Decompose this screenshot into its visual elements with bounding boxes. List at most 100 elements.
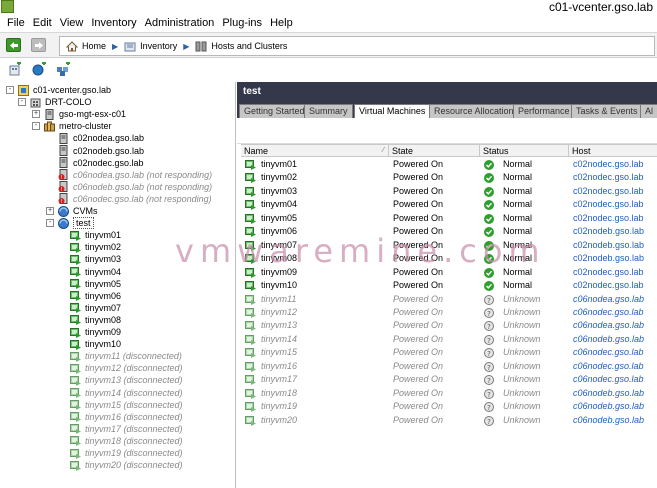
collapse-icon[interactable]: - — [18, 98, 26, 107]
table-row[interactable]: tinyvm05 Powered On Normal c02nodec.gso.lab — [241, 212, 657, 226]
table-row[interactable]: tinyvm03 Powered On Normal c02nodec.gso.lab — [241, 185, 657, 199]
vm-host-link[interactable]: c06nodea.gso.lab — [573, 319, 644, 332]
menu-edit[interactable]: Edit — [29, 14, 56, 32]
vm-host-link[interactable]: c06nodec.gso.lab — [573, 360, 644, 373]
tree-item[interactable]: ! c06nodeb.gso.lab (not responding) — [46, 181, 212, 193]
tree-item[interactable]: - DRT-COLO — [18, 96, 91, 108]
collapse-icon[interactable]: - — [46, 219, 54, 228]
tree-item[interactable]: tinyvm02 — [58, 241, 121, 253]
tree-item[interactable]: - metro-cluster — [32, 120, 112, 132]
table-row[interactable]: tinyvm06 Powered On Normal c02nodeb.gso.lab — [241, 225, 657, 239]
column-header-name[interactable]: Name ⁄ — [241, 145, 389, 157]
tree-item[interactable]: tinyvm08 — [58, 314, 121, 326]
tree-item[interactable]: tinyvm10 — [58, 338, 121, 350]
column-header-state[interactable]: State — [389, 145, 480, 157]
vm-host-link[interactable]: c02nodec.gso.lab — [573, 185, 644, 198]
tree-item[interactable]: tinyvm04 — [58, 266, 121, 278]
tree-item[interactable]: tinyvm07 — [58, 302, 121, 314]
menu-file[interactable]: File — [3, 14, 29, 32]
tree-item[interactable]: + gso-mgt-esx-c01 — [32, 108, 126, 120]
tree-item[interactable]: tinyvm14 (disconnected) — [58, 387, 183, 399]
menu-view[interactable]: View — [56, 14, 88, 32]
table-row[interactable]: tinyvm01 Powered On Normal c02nodec.gso.lab — [241, 158, 657, 172]
table-row[interactable]: tinyvm17 Powered On? Unknown c06nodec.gso.l… — [241, 373, 657, 387]
vm-host-link[interactable]: c06nodeb.gso.lab — [573, 414, 644, 427]
tree-item[interactable]: tinyvm20 (disconnected) — [58, 459, 183, 471]
tree-item[interactable]: tinyvm16 (disconnected) — [58, 411, 183, 423]
vm-host-link[interactable]: c02nodeb.gso.lab — [573, 239, 644, 252]
table-row[interactable]: tinyvm02 Powered On Normal c02nodec.gso.lab — [241, 171, 657, 185]
vm-host-link[interactable]: c02nodec.gso.lab — [573, 266, 644, 279]
tree-item[interactable]: tinyvm06 — [58, 290, 121, 302]
tab-alarms[interactable]: Al — [640, 104, 657, 118]
table-row[interactable]: tinyvm15 Powered On? Unknown c06nodec.gso.l… — [241, 346, 657, 360]
new-vm-button[interactable] — [32, 61, 46, 76]
tree-item[interactable]: tinyvm18 (disconnected) — [58, 435, 183, 447]
forward-button[interactable] — [31, 38, 46, 52]
table-row[interactable]: tinyvm10 Powered On Normal c02nodec.gso.lab — [241, 279, 657, 293]
vm-host-link[interactable]: c02nodec.gso.lab — [573, 279, 644, 292]
collapse-icon[interactable]: - — [32, 122, 40, 131]
breadcrumb-inventory[interactable]: Inventory — [124, 41, 177, 52]
breadcrumb-hosts-clusters[interactable]: Hosts and Clusters — [195, 41, 287, 52]
collapse-icon[interactable]: - — [6, 86, 14, 94]
tab-tasks-events[interactable]: Tasks & Events — [571, 104, 643, 118]
table-row[interactable]: tinyvm20 Powered On? Unknown c06nodeb.gso.l… — [241, 414, 657, 428]
table-row[interactable]: tinyvm13 Powered On? Unknown c06nodea.gso.l… — [241, 319, 657, 333]
tree-item[interactable]: tinyvm12 (disconnected) — [58, 362, 183, 374]
vm-host-link[interactable]: c02nodeb.gso.lab — [573, 225, 644, 238]
tree-item[interactable]: tinyvm11 (disconnected) — [58, 350, 182, 362]
tree-item[interactable]: - c01-vcenter.gso.lab — [6, 84, 111, 96]
table-row[interactable]: tinyvm09 Powered On Normal c02nodec.gso.lab — [241, 266, 657, 280]
vm-host-link[interactable]: c02nodec.gso.lab — [573, 158, 644, 171]
tab-getting-started[interactable]: Getting Started — [239, 104, 310, 118]
tree-item[interactable]: c02nodea.gso.lab — [46, 132, 144, 144]
tab-performance[interactable]: Performance — [513, 104, 575, 118]
tree-item[interactable]: tinyvm15 (disconnected) — [58, 399, 183, 411]
back-button[interactable] — [6, 38, 21, 52]
column-header-host[interactable]: Host — [569, 145, 657, 157]
tree-item[interactable]: tinyvm01 — [58, 229, 121, 241]
tree-item[interactable]: c02nodeb.gso.lab — [46, 145, 144, 157]
vm-host-link[interactable]: c06nodec.gso.lab — [573, 306, 644, 319]
table-row[interactable]: tinyvm16 Powered On? Unknown c06nodec.gso.l… — [241, 360, 657, 374]
new-datacenter-button[interactable] — [8, 61, 22, 76]
tree-item[interactable]: tinyvm05 — [58, 278, 121, 290]
expand-icon[interactable]: + — [32, 110, 40, 119]
vm-host-link[interactable]: c02nodec.gso.lab — [573, 212, 644, 225]
tab-virtual-machines[interactable]: Virtual Machines — [354, 104, 431, 119]
tab-resource-allocation[interactable]: Resource Allocation — [429, 104, 519, 118]
column-header-status[interactable]: Status — [480, 145, 569, 157]
tree-item[interactable]: tinyvm09 — [58, 326, 121, 338]
table-row[interactable]: tinyvm07 Powered On Normal c02nodeb.gso.lab — [241, 239, 657, 253]
tree-item[interactable]: ! c06nodea.gso.lab (not responding) — [46, 169, 212, 181]
vm-host-link[interactable]: c06nodec.gso.lab — [573, 373, 644, 386]
vm-host-link[interactable]: c02nodeb.gso.lab — [573, 252, 644, 265]
breadcrumb-home[interactable]: Home — [66, 40, 106, 52]
vm-host-link[interactable]: c06nodeb.gso.lab — [573, 387, 644, 400]
menu-inventory[interactable]: Inventory — [87, 14, 140, 32]
new-resource-pool-button[interactable] — [56, 61, 70, 76]
tree-item[interactable]: tinyvm19 (disconnected) — [58, 447, 183, 459]
menu-help[interactable]: Help — [266, 14, 297, 32]
table-row[interactable]: tinyvm19 Powered On? Unknown c06nodeb.gso.l… — [241, 400, 657, 414]
table-row[interactable]: tinyvm04 Powered On Normal c02nodec.gso.lab — [241, 198, 657, 212]
tree-item[interactable]: - test — [46, 217, 94, 230]
tree-item[interactable]: tinyvm17 (disconnected) — [58, 423, 183, 435]
menu-plug-ins[interactable]: Plug-ins — [218, 14, 266, 32]
tree-item[interactable]: ! c06nodec.gso.lab (not responding) — [46, 193, 212, 205]
vm-host-link[interactable]: c06nodea.gso.lab — [573, 293, 644, 306]
tree-item[interactable]: tinyvm13 (disconnected) — [58, 374, 183, 386]
vm-host-link[interactable]: c02nodec.gso.lab — [573, 171, 644, 184]
table-row[interactable]: tinyvm14 Powered On? Unknown c06nodeb.gso.l… — [241, 333, 657, 347]
vm-host-link[interactable]: c06nodeb.gso.lab — [573, 400, 644, 413]
tree-item[interactable]: c02nodec.gso.lab — [46, 157, 144, 169]
menu-administration[interactable]: Administration — [141, 14, 219, 32]
tree-item[interactable]: + CVMs — [46, 205, 98, 217]
expand-icon[interactable]: + — [46, 207, 54, 215]
tab-summary[interactable]: Summary — [304, 104, 353, 118]
tree-item[interactable]: tinyvm03 — [58, 253, 121, 265]
vm-host-link[interactable]: c02nodec.gso.lab — [573, 198, 644, 211]
table-row[interactable]: tinyvm08 Powered On Normal c02nodeb.gso.lab — [241, 252, 657, 266]
table-row[interactable]: tinyvm18 Powered On? Unknown c06nodeb.gso.l… — [241, 387, 657, 401]
